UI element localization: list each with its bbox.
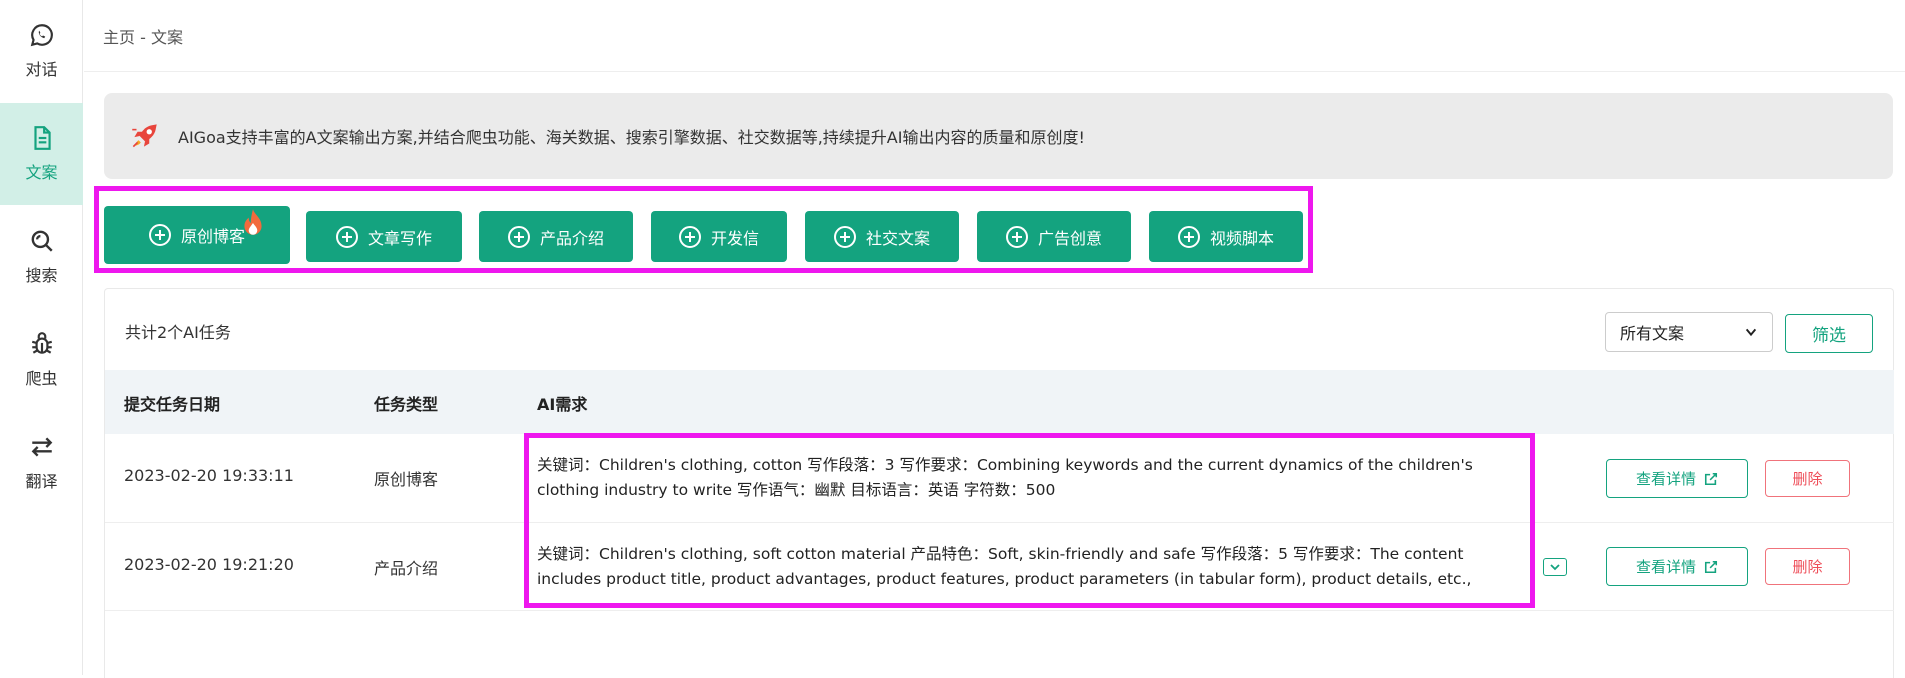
external-link-icon <box>1704 472 1718 485</box>
template-button-dev-letter[interactable]: 开发信 <box>651 211 787 262</box>
template-button-label: 原创博客 <box>180 227 245 246</box>
plus-circle-icon <box>678 225 701 248</box>
external-link-icon <box>1704 560 1718 573</box>
task-type: 原创博客 <box>374 470 439 489</box>
task-type: 产品介绍 <box>374 559 439 578</box>
template-button-label: 广告创意 <box>1037 228 1102 248</box>
hot-flame-icon <box>244 209 262 235</box>
task-requirement: 关键词：Children's clothing, soft cotton mat… <box>537 545 1472 588</box>
view-details-label: 查看详情 <box>1635 470 1696 488</box>
chat-icon <box>30 24 53 47</box>
plus-circle-icon <box>507 225 530 248</box>
breadcrumb: 主页 - 文案 <box>103 28 183 47</box>
filter-button[interactable]: 筛选 <box>1785 314 1873 353</box>
view-details-button[interactable]: 查看详情 <box>1606 459 1748 498</box>
template-button-social-copy[interactable]: 社交文案 <box>805 211 959 262</box>
task-date: 2023-02-20 19:33:11 <box>124 466 294 485</box>
bug-icon <box>31 332 52 354</box>
template-button-label: 开发信 <box>710 228 759 248</box>
notice-banner: AIGoa支持丰富的A文案输出方案,并结合爬虫功能、海关数据、搜索引擎数据、社交… <box>104 93 1893 179</box>
chevron-down-icon <box>1550 564 1560 571</box>
column-header-type: 任务类型 <box>374 395 439 414</box>
sidebar-item-chat[interactable]: 对话 <box>0 0 83 102</box>
expand-requirement-button[interactable] <box>1543 558 1567 576</box>
sidebar-item-search[interactable]: 搜索 <box>0 206 83 308</box>
sidebar-item-label: 对话 <box>25 60 58 79</box>
template-button-label: 社交文案 <box>865 228 930 248</box>
plus-circle-icon <box>335 225 358 248</box>
task-requirement: 关键词：Children's clothing, cotton 写作段落：3 写… <box>537 456 1473 499</box>
template-button-label: 产品介绍 <box>539 228 604 248</box>
filter-select-value: 所有文案 <box>1620 324 1685 343</box>
template-button-product-intro[interactable]: 产品介绍 <box>479 211 633 262</box>
sidebar-item-label: 搜索 <box>25 266 58 285</box>
rocket-icon <box>132 124 157 148</box>
table-row: 2023-02-20 19:33:11 原创博客 关键词：Children's … <box>105 435 1894 523</box>
sidebar-item-label: 爬虫 <box>25 369 58 388</box>
plus-circle-icon <box>833 225 856 248</box>
sidebar-item-crawler[interactable]: 爬虫 <box>0 309 83 411</box>
template-button-article-writing[interactable]: 文章写作 <box>306 211 462 262</box>
template-button-video-script[interactable]: 视频脚本 <box>1149 211 1303 262</box>
view-details-label: 查看详情 <box>1635 558 1696 576</box>
task-date: 2023-02-20 19:21:20 <box>124 555 294 574</box>
plus-circle-icon <box>1005 225 1028 248</box>
swap-icon <box>31 437 52 457</box>
table-row: 2023-02-20 19:21:20 产品介绍 关键词：Children's … <box>105 523 1894 611</box>
plus-circle-icon <box>1177 225 1200 248</box>
delete-button[interactable]: 删除 <box>1765 548 1850 585</box>
template-button-label: 视频脚本 <box>1209 228 1274 248</box>
search-icon <box>31 230 53 252</box>
view-details-button[interactable]: 查看详情 <box>1606 547 1748 586</box>
sidebar-item-copywriting[interactable]: 文案 <box>0 103 83 205</box>
delete-button[interactable]: 删除 <box>1765 460 1850 497</box>
document-icon <box>33 126 51 150</box>
header: 主页 - 文案 <box>84 0 1905 72</box>
filter-select[interactable]: 所有文案 <box>1605 312 1773 352</box>
task-count: 共计2个AI任务 <box>125 323 231 342</box>
table-header: 提交任务日期 任务类型 AI需求 <box>105 370 1894 434</box>
notice-text: AIGoa支持丰富的A文案输出方案,并结合爬虫功能、海关数据、搜索引擎数据、社交… <box>178 128 1085 147</box>
template-button-original-blog[interactable]: 原创博客 <box>104 206 290 264</box>
template-button-label: 文章写作 <box>367 228 432 248</box>
template-button-ad-creative[interactable]: 广告创意 <box>977 211 1131 262</box>
column-header-requirement: AI需求 <box>537 395 588 414</box>
task-card: 共计2个AI任务 所有文案 筛选 提交任务日期 任务类型 AI需求 2023-0… <box>104 288 1894 678</box>
plus-circle-icon <box>148 224 171 246</box>
sidebar-item-label: 文案 <box>25 163 58 182</box>
sidebar: 对话 文案 搜索 爬虫 翻译 <box>0 0 83 675</box>
chevron-down-icon <box>1745 328 1757 337</box>
sidebar-item-label: 翻译 <box>25 472 58 491</box>
sidebar-item-translate[interactable]: 翻译 <box>0 412 83 514</box>
column-header-date: 提交任务日期 <box>124 395 221 414</box>
